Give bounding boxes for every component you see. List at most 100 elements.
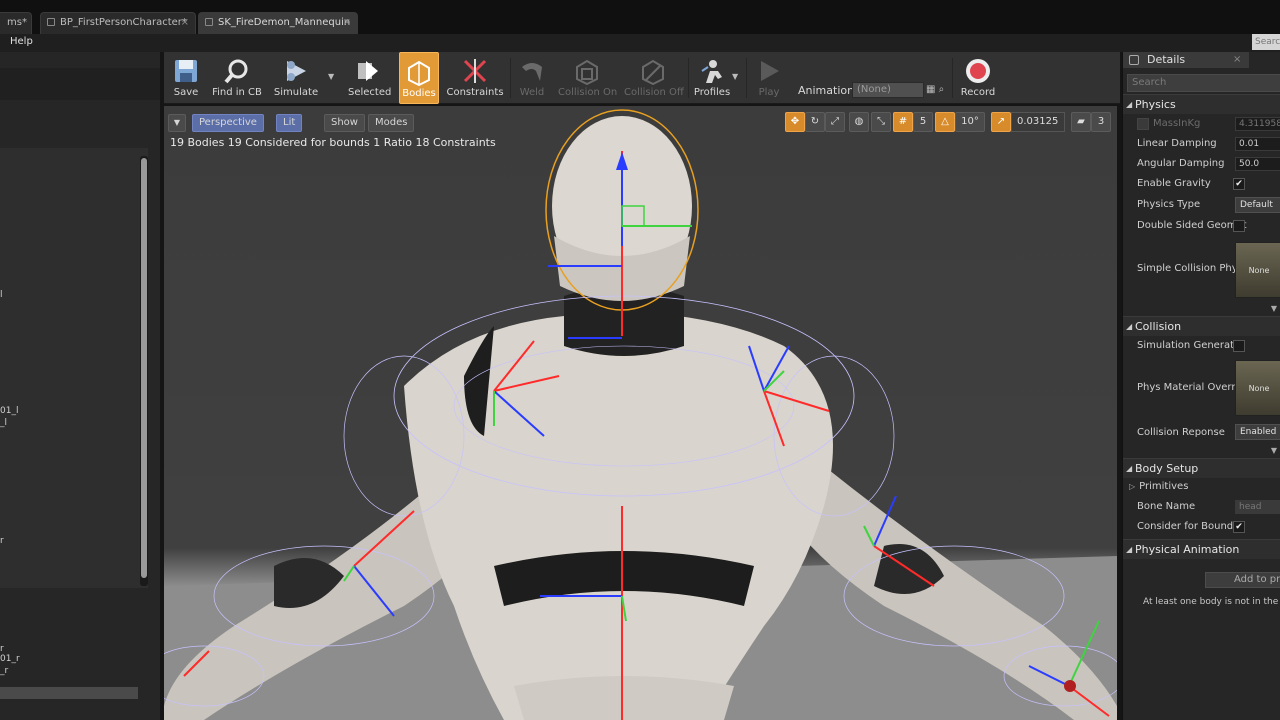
linear-damping-field[interactable]: 0.01	[1235, 137, 1280, 151]
menu-help[interactable]: Help	[10, 36, 33, 47]
rotate-icon[interactable]: ↻	[805, 112, 825, 132]
expand-triangle-icon: ◢	[1126, 545, 1133, 554]
checkmark-icon: ✔	[1235, 179, 1243, 189]
selected-button[interactable]: Selected	[348, 52, 391, 104]
collision-section-header[interactable]: ◢ Collision	[1123, 316, 1280, 336]
collision-off-button[interactable]: Collision Off	[624, 52, 684, 104]
weld-button[interactable]: Weld	[516, 52, 548, 104]
toolbar-separator	[952, 58, 953, 98]
bone-name-field[interactable]: head	[1235, 500, 1280, 514]
rotation-snap-icon[interactable]: △	[935, 112, 955, 132]
close-icon[interactable]: ×	[181, 13, 189, 33]
play-button[interactable]: Play	[752, 52, 786, 104]
simulation-generates-checkbox[interactable]	[1233, 340, 1245, 352]
skeleton-tree[interactable]	[0, 148, 148, 588]
body-setup-section-header[interactable]: ◢ Body Setup	[1123, 458, 1280, 478]
physics-type-select[interactable]: Default	[1235, 197, 1280, 213]
translate-icon[interactable]: ✥	[785, 112, 805, 132]
lit-button[interactable]: Lit	[276, 114, 303, 132]
mass-value-field[interactable]: 4.311958	[1235, 117, 1280, 131]
section-title: Collision	[1135, 320, 1182, 333]
left-scrollbar[interactable]	[140, 156, 148, 586]
mass-override-checkbox[interactable]	[1137, 118, 1149, 130]
surface-snap-icon[interactable]: ⤡	[871, 112, 891, 132]
weld-icon	[522, 63, 542, 81]
details-search-input[interactable]: Search	[1127, 74, 1280, 92]
tab-sk-firedemon-mannequin[interactable]: SK_FireDemon_Mannequin ×	[198, 12, 358, 34]
tab-prev[interactable]: ms*	[0, 12, 32, 34]
camera-speed-icon[interactable]: ▰	[1071, 112, 1091, 132]
close-icon[interactable]: ×	[1233, 52, 1241, 68]
left-horizontal-scrollbar[interactable]	[0, 687, 138, 699]
double-sided-checkbox[interactable]	[1233, 220, 1245, 232]
collision-response-select[interactable]: Enabled	[1235, 424, 1280, 440]
constraints-button[interactable]: Constraints	[446, 52, 504, 104]
save-button[interactable]: Save	[170, 52, 202, 104]
collision-on-button[interactable]: Collision On	[558, 52, 617, 104]
browse-icon[interactable]: ▦ ⌕	[926, 84, 944, 95]
bodies-button[interactable]: Bodies	[399, 52, 439, 104]
scale-snap-value[interactable]: 0.03125	[1011, 112, 1065, 132]
simulate-button[interactable]: Simulate	[272, 52, 320, 104]
find-in-cb-button[interactable]: Find in CB	[210, 52, 264, 104]
show-button[interactable]: Show	[324, 114, 365, 132]
save-icon	[175, 60, 197, 82]
enable-gravity-checkbox[interactable]: ✔	[1233, 178, 1245, 190]
primitives-row[interactable]: ▷ Primitives	[1129, 478, 1273, 496]
tab-bar: ms* BP_FirstPersonCharacter* × SK_FireDe…	[0, 0, 1280, 34]
search-icon	[224, 59, 248, 84]
rotation-snap-value[interactable]: 10°	[955, 112, 985, 132]
expand-triangle-icon: ◢	[1126, 100, 1133, 109]
details-tab-label: Details	[1147, 53, 1186, 66]
mannequin-model[interactable]	[164, 106, 1117, 720]
angular-damping-field[interactable]: 50.0	[1235, 157, 1280, 171]
close-icon[interactable]: ×	[343, 13, 351, 33]
chevron-down-icon[interactable]: ▼	[732, 72, 738, 81]
camera-speed-value[interactable]: 3	[1091, 112, 1111, 132]
phys-material-thumb[interactable]: None	[1235, 360, 1280, 416]
modes-button[interactable]: Modes	[368, 114, 415, 132]
tree-fragment: 01_r	[0, 654, 20, 664]
grid-snap-value[interactable]: 5	[913, 112, 933, 132]
consider-bounds-checkbox[interactable]: ✔	[1233, 521, 1245, 533]
simple-collision-material-thumb[interactable]: None	[1235, 242, 1280, 298]
show-advanced-icon[interactable]: ▼	[1123, 446, 1280, 456]
scroll-thumb[interactable]	[141, 158, 147, 578]
viewport-right-tools: ✥ ↻ ⤢ ◍ ⤡ # 5 △ 10° ↗ 0.03125 ▰ 3	[785, 112, 1111, 132]
show-advanced-icon[interactable]: ▼	[1123, 304, 1280, 314]
tab-bp-first-person-character[interactable]: BP_FirstPersonCharacter* ×	[40, 12, 196, 34]
section-title: Physics	[1135, 98, 1176, 111]
skeletal-mesh-icon	[205, 18, 213, 26]
section-title: Physical Animation	[1135, 543, 1240, 556]
tree-fragment: r	[0, 536, 4, 546]
perspective-button[interactable]: Perspective	[192, 114, 264, 132]
details-icon	[1129, 55, 1139, 65]
left-panel: l 01_l _l r r 01_r _r	[0, 52, 160, 720]
details-tab[interactable]: Details ×	[1123, 52, 1249, 68]
tree-fragment: _l	[0, 418, 8, 428]
physics-section-header[interactable]: ◢ Physics	[1123, 94, 1280, 114]
grid-snap-icon[interactable]: #	[893, 112, 913, 132]
top-search-input[interactable]: Search	[1252, 34, 1280, 50]
modes-label: Modes	[375, 117, 408, 128]
record-button[interactable]: Record	[960, 52, 996, 104]
physical-animation-section-header[interactable]: ◢ Physical Animation	[1123, 539, 1280, 559]
record-icon	[966, 59, 990, 83]
profiles-button[interactable]: Profiles	[692, 52, 732, 104]
viewport[interactable]: ▼ Perspective Lit Show Modes 19 Bodies 1…	[164, 106, 1117, 720]
tree-fragment: r	[0, 644, 4, 654]
world-local-icon[interactable]: ◍	[849, 112, 869, 132]
add-to-profile-button[interactable]: Add to pro	[1205, 572, 1280, 588]
simulation-generates-label: Simulation Generates	[1137, 340, 1246, 351]
toolbar-separator	[688, 58, 689, 98]
animation-select[interactable]: (None)	[852, 82, 924, 98]
enable-gravity-label: Enable Gravity	[1137, 178, 1211, 189]
section-title: Body Setup	[1135, 462, 1199, 475]
expand-triangle-icon: ◢	[1126, 464, 1133, 473]
scale-snap-icon[interactable]: ↗	[991, 112, 1011, 132]
bodies-icon	[408, 60, 430, 86]
chevron-down-icon[interactable]: ▼	[328, 72, 334, 81]
viewport-options-button[interactable]: ▼	[168, 114, 186, 132]
scale-icon[interactable]: ⤢	[825, 112, 845, 132]
left-panel-header	[0, 68, 160, 100]
